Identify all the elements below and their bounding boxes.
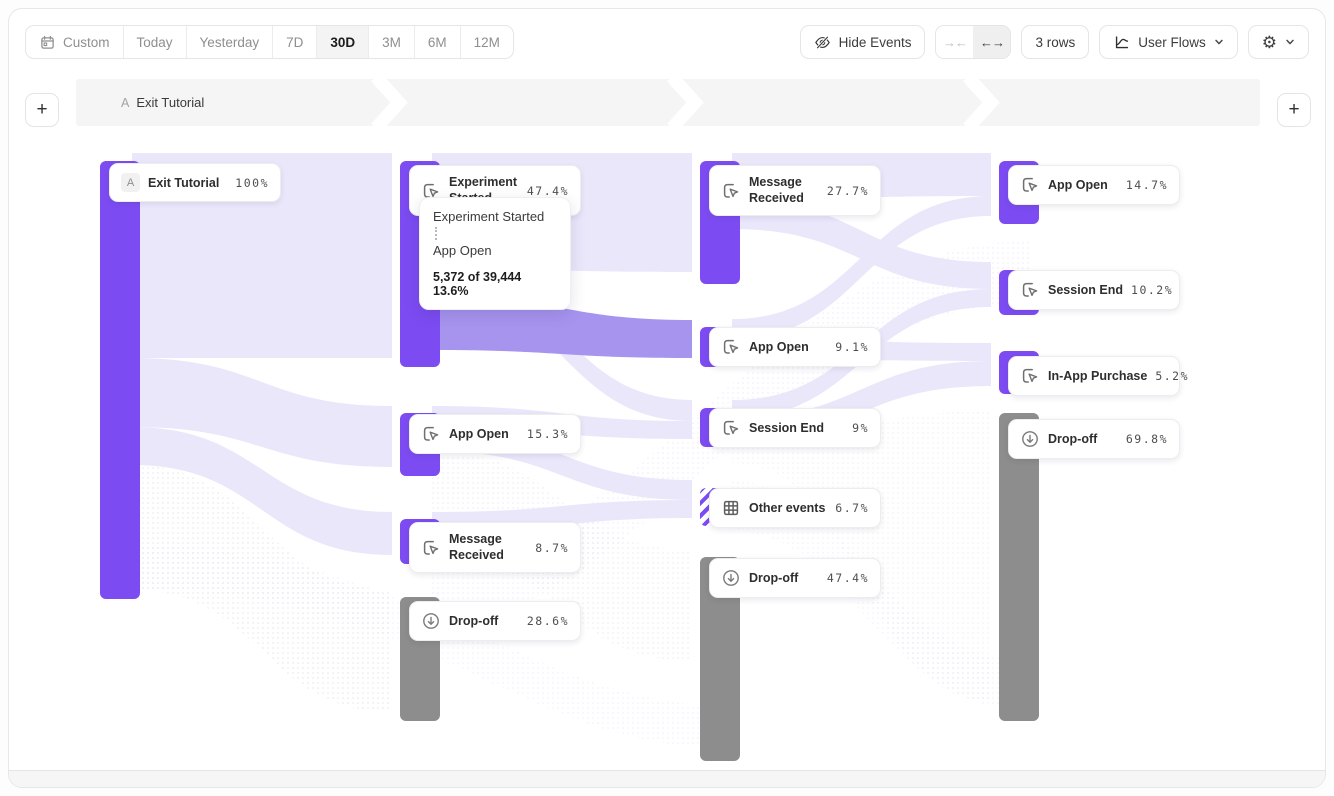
- node-label: Message Received: [749, 175, 819, 206]
- node-percent: 10.2%: [1131, 283, 1173, 297]
- flow-node-message-received-3[interactable]: Message Received 27.7%: [709, 165, 881, 216]
- flow-node-dropoff-3[interactable]: Drop-off 47.4%: [709, 558, 881, 598]
- node-label: Exit Tutorial: [148, 176, 219, 190]
- node-percent: 9%: [852, 421, 869, 435]
- tooltip-target-event: App Open: [433, 243, 557, 258]
- flow-node-session-end-3[interactable]: Session End 9%: [709, 408, 881, 448]
- event-icon: [1020, 366, 1040, 386]
- node-percent: 6.7%: [835, 501, 869, 515]
- event-icon: [1020, 175, 1040, 195]
- flow-node-app-open-3[interactable]: App Open 9.1%: [709, 327, 881, 367]
- tooltip-stat: 5,372 of 39,444 13.6%: [433, 270, 557, 298]
- dropoff-icon: [1020, 429, 1040, 449]
- flow-node-in-app-purchase-4[interactable]: In-App Purchase 5.2%: [1008, 356, 1180, 396]
- node-label: App Open: [449, 427, 509, 441]
- event-icon: [721, 181, 741, 201]
- node-label: In-App Purchase: [1048, 369, 1147, 383]
- node-label: Message Received: [449, 532, 527, 563]
- node-label: Other events: [749, 501, 825, 515]
- node-label: App Open: [1048, 178, 1108, 192]
- event-icon: [421, 538, 441, 558]
- node-bar-dropoff-4[interactable]: [999, 413, 1039, 721]
- app-window: Custom Today Yesterday 7D 30D 3M 6M 12M …: [8, 8, 1326, 788]
- flow-node-dropoff-4[interactable]: Drop-off 69.8%: [1008, 419, 1180, 459]
- event-icon: [721, 337, 741, 357]
- event-icon: [421, 424, 441, 444]
- node-percent: 15.3%: [527, 427, 569, 441]
- event-icon: [721, 418, 741, 438]
- flow-node-exit-tutorial[interactable]: A Exit Tutorial 100%: [109, 163, 281, 202]
- node-percent: 8.7%: [535, 541, 569, 555]
- flow-node-dropoff-2[interactable]: Drop-off 28.6%: [409, 601, 581, 641]
- node-bar-exit-tutorial[interactable]: [100, 161, 140, 599]
- flow-node-message-received-2[interactable]: Message Received 8.7%: [409, 522, 581, 573]
- flow-node-session-end-4[interactable]: Session End 10.2%: [1008, 270, 1180, 310]
- grid-icon: [721, 498, 741, 518]
- flow-node-app-open-4[interactable]: App Open 14.7%: [1008, 165, 1180, 205]
- node-label: Drop-off: [1048, 432, 1097, 446]
- event-icon: [1020, 280, 1040, 300]
- node-label: Drop-off: [749, 571, 798, 585]
- flow-node-other-events-3[interactable]: Other events 6.7%: [709, 488, 881, 528]
- node-label: App Open: [749, 340, 809, 354]
- node-percent: 47.4%: [527, 184, 569, 198]
- tooltip-source-event: Experiment Started: [433, 209, 557, 224]
- node-percent: 27.7%: [827, 184, 869, 198]
- dropoff-icon: [721, 568, 741, 588]
- sankey-canvas: A Exit Tutorial 100% Experiment Started …: [9, 9, 1325, 787]
- node-percent: 100%: [235, 176, 269, 190]
- bottom-scrollbar-track[interactable]: [9, 770, 1325, 787]
- flow-node-app-open-2[interactable]: App Open 15.3%: [409, 414, 581, 454]
- node-label: Session End: [749, 421, 824, 435]
- node-label: Drop-off: [449, 614, 498, 628]
- node-percent: 69.8%: [1126, 432, 1168, 446]
- node-percent: 28.6%: [527, 614, 569, 628]
- tooltip-connector: [435, 227, 437, 240]
- dropoff-icon: [421, 611, 441, 631]
- node-badge: A: [121, 173, 140, 192]
- node-percent: 14.7%: [1126, 178, 1168, 192]
- node-percent: 5.2%: [1155, 369, 1189, 383]
- node-percent: 47.4%: [827, 571, 869, 585]
- link-tooltip: Experiment Started App Open 5,372 of 39,…: [419, 197, 571, 310]
- node-percent: 9.1%: [835, 340, 869, 354]
- flow-ribbons: [9, 9, 1326, 788]
- node-label: Session End: [1048, 283, 1123, 297]
